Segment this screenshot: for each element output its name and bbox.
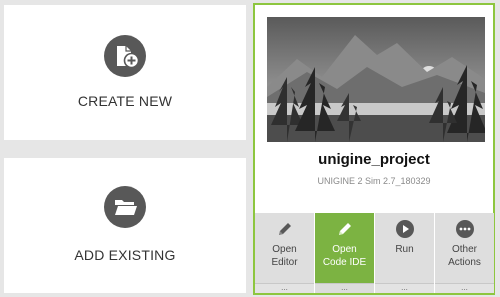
add-existing-label: ADD EXISTING (74, 247, 176, 263)
project-engine-version: UNIGINE 2 Sim 2.7_180329 (317, 176, 431, 186)
play-icon (395, 219, 415, 239)
run-button[interactable]: Run ... (375, 213, 434, 293)
open-code-ide-label: Open Code IDE (322, 244, 367, 268)
open-editor-label: Open Editor (271, 244, 298, 268)
new-file-icon (104, 35, 146, 77)
more-dots-icon (455, 219, 475, 239)
pencil-icon (275, 219, 295, 239)
pencil-icon (335, 219, 355, 239)
open-editor-button[interactable]: Open Editor ... (255, 213, 314, 293)
create-new-label: CREATE NEW (77, 93, 173, 109)
create-new-tile[interactable]: CREATE NEW (4, 5, 246, 140)
project-card[interactable]: unigine_project UNIGINE 2 Sim 2.7_180329… (253, 3, 495, 295)
run-label: Run (395, 244, 414, 255)
other-actions-label: Other Actions (448, 244, 481, 268)
run-more-button[interactable]: ... (375, 283, 434, 293)
open-code-ide-more-button[interactable]: ... (315, 283, 374, 293)
open-code-ide-button[interactable]: Open Code IDE ... (315, 213, 374, 293)
project-thumbnail (267, 17, 485, 142)
add-existing-tile[interactable]: ADD EXISTING (4, 158, 246, 293)
open-folder-icon (104, 186, 146, 228)
other-actions-more-button[interactable]: ... (435, 283, 494, 293)
project-name: unigine_project (318, 151, 430, 168)
open-editor-more-button[interactable]: ... (255, 283, 314, 293)
other-actions-button[interactable]: Other Actions ... (435, 213, 494, 293)
project-actions: Open Editor ... Open Code IDE ... Run .. (255, 213, 494, 293)
